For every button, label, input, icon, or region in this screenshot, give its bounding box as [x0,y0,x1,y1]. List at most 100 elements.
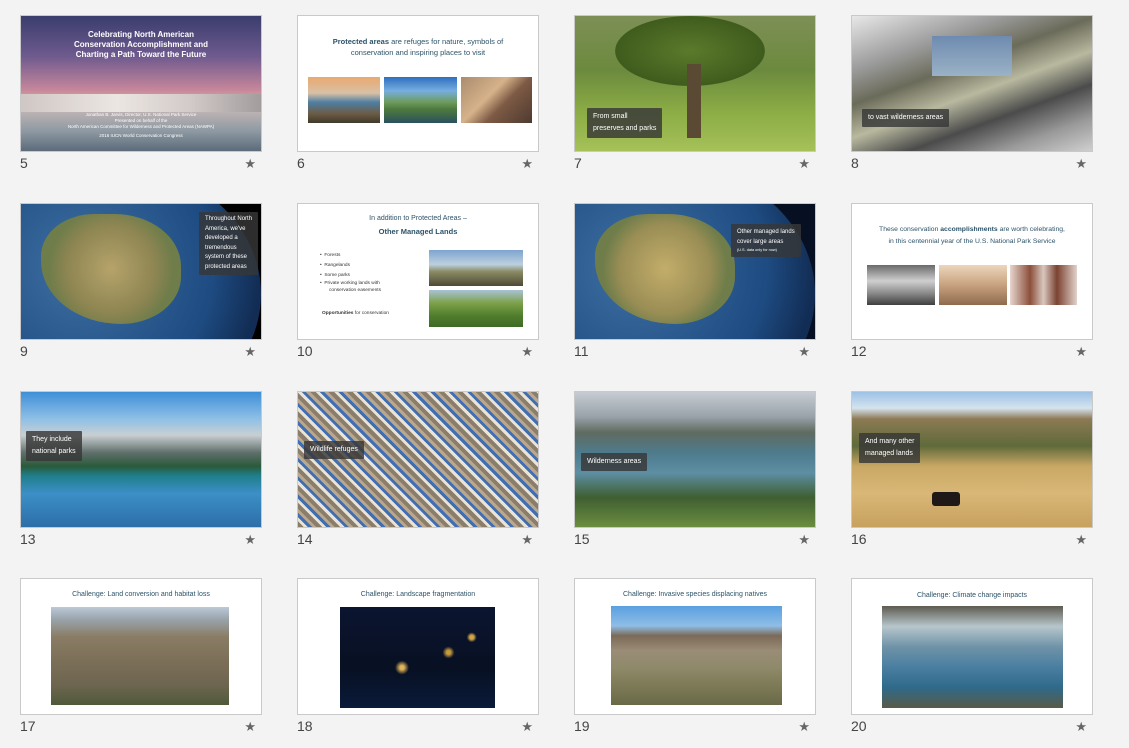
slide-number: 18 [297,718,313,734]
slide-number: 8 [851,155,859,171]
slide-subtitle: Jonathan B. Jarvis, Director, U.S. Natio… [67,112,215,138]
star-icon[interactable]: ★ [1075,344,1087,360]
slide-heading: In addition to Protected Areas – [369,215,467,222]
photo-rangeland [429,250,523,286]
photo-night-lights-map [340,607,495,708]
slide-preview[interactable]: Challenge: Land conversion and habitat l… [20,578,262,715]
photo-glacier-retreat [882,606,1063,708]
star-icon[interactable]: ★ [244,344,256,360]
slide-caption: From small preserves and parks [587,108,663,138]
slide-thumbnail-12[interactable]: These conservation accomplishments are w… [851,203,1095,373]
photo-farmland [429,290,523,327]
slide-thumbnail-18[interactable]: Challenge: Landscape fragmentation 18 ★ [297,578,541,748]
bullet-item: conservation easements [329,288,381,293]
photo-redwoods [1010,265,1077,305]
slide-title: Celebrating North American Conservation … [74,30,208,59]
slide-thumbnail-19[interactable]: Challenge: Invasive species displacing n… [574,578,818,748]
slide-number: 6 [297,155,305,171]
slide-text: Protected areas are refuges for nature, … [332,37,504,57]
star-icon[interactable]: ★ [521,532,533,548]
slide-heading: Challenge: Land conversion and habitat l… [72,591,210,598]
slide-thumbnail-7[interactable]: From small preserves and parks 7 ★ [574,15,818,185]
slide-caption: Wilderness areas [581,453,648,471]
slide-thumbnail-10[interactable]: In addition to Protected Areas – Other M… [297,203,541,373]
cattle [932,492,960,506]
star-icon[interactable]: ★ [521,344,533,360]
slide-preview[interactable]: to vast wilderness areas [851,15,1093,152]
mountain-sky [932,36,1012,76]
slide-number: 7 [574,155,582,171]
slide-number: 10 [297,343,313,359]
slide-number: 9 [20,343,28,359]
slide-caption: Throughout North America, we've develope… [199,212,259,275]
slide-number: 12 [851,343,867,359]
slide-caption: to vast wilderness areas [862,109,950,127]
slide-preview[interactable]: Throughout North America, we've develope… [20,203,262,340]
slide-caption: They include national parks [26,431,82,461]
slide-preview[interactable]: They include national parks [20,391,262,528]
photo-historic-valley [939,265,1007,305]
slide-number: 16 [851,531,867,547]
photo-suburban-sprawl [51,607,229,705]
star-icon[interactable]: ★ [244,156,256,172]
slide-preview[interactable]: Wilderness areas [574,391,816,528]
slide-thumbnail-17[interactable]: Challenge: Land conversion and habitat l… [20,578,264,748]
slide-preview[interactable]: Wildlife refuges [297,391,539,528]
slide-number: 11 [574,343,589,359]
slide-text: These conservation accomplishments are w… [879,226,1065,245]
star-icon[interactable]: ★ [244,532,256,548]
slide-heading: Challenge: Landscape fragmentation [360,591,476,598]
slide-thumbnail-20[interactable]: Challenge: Climate change impacts 20 ★ [851,578,1095,748]
photo-lake [384,77,457,123]
slide-preview[interactable]: Challenge: Landscape fragmentation [297,578,539,715]
slide-thumbnail-9[interactable]: Throughout North America, we've develope… [20,203,264,373]
slide-caption: Wildlife refuges [304,441,364,459]
slide-preview[interactable]: Protected areas are refuges for nature, … [297,15,539,152]
slide-preview[interactable]: Challenge: Invasive species displacing n… [574,578,816,715]
slide-preview[interactable]: These conservation accomplishments are w… [851,203,1093,340]
star-icon[interactable]: ★ [798,344,810,360]
slide-heading: Challenge: Climate change impacts [916,592,1028,599]
slide-thumbnail-6[interactable]: Protected areas are refuges for nature, … [297,15,541,185]
slide-thumbnail-13[interactable]: They include national parks 13 ★ [20,391,264,561]
slide-thumbnail-15[interactable]: Wilderness areas 15 ★ [574,391,818,561]
snow-geese-image [298,392,538,527]
star-icon[interactable]: ★ [521,719,533,735]
slide-number: 14 [297,531,313,547]
slide-preview[interactable]: Challenge: Climate change impacts [851,578,1093,715]
slide-number: 20 [851,718,867,734]
slide-preview[interactable]: Celebrating North American Conservation … [20,15,262,152]
star-icon[interactable]: ★ [798,156,810,172]
star-icon[interactable]: ★ [798,719,810,735]
cliff-band [21,94,261,112]
star-icon[interactable]: ★ [521,156,533,172]
photo-river-canyon [308,77,380,123]
slide-heading: Challenge: Invasive species displacing n… [623,591,767,598]
slide-number: 5 [20,155,28,171]
slide-preview[interactable]: And many other managed lands [851,391,1093,528]
slide-caption: Other managed lands cover large areas (U… [731,224,801,257]
star-icon[interactable]: ★ [244,719,256,735]
slide-number: 15 [574,531,590,547]
slide-preview[interactable]: In addition to Protected Areas – Other M… [297,203,539,340]
slide-caption: And many other managed lands [859,433,921,463]
slide-heading-bold: Other Managed Lands [378,227,458,236]
photo-historic-geyser [867,265,935,305]
slide-thumbnail-16[interactable]: And many other managed lands 16 ★ [851,391,1095,561]
tree-trunk [687,64,701,138]
star-icon[interactable]: ★ [798,532,810,548]
photo-visitors [461,77,532,123]
slide-thumbnail-14[interactable]: Wildlife refuges 14 ★ [297,391,541,561]
star-icon[interactable]: ★ [1075,532,1087,548]
slide-footer: Opportunities for conservation [322,311,389,316]
star-icon[interactable]: ★ [1075,719,1087,735]
slide-preview[interactable]: Other managed lands cover large areas (U… [574,203,816,340]
slide-thumbnail-11[interactable]: Other managed lands cover large areas (U… [574,203,818,373]
slide-thumbnail-8[interactable]: to vast wilderness areas 8 ★ [851,15,1095,185]
slide-preview[interactable]: From small preserves and parks [574,15,816,152]
slide-number: 19 [574,718,590,734]
slide-thumbnail-5[interactable]: Celebrating North American Conservation … [20,15,264,185]
star-icon[interactable]: ★ [1075,156,1087,172]
bullet-item: • Forests [320,253,341,258]
photo-rangeland-invasive [611,606,782,705]
